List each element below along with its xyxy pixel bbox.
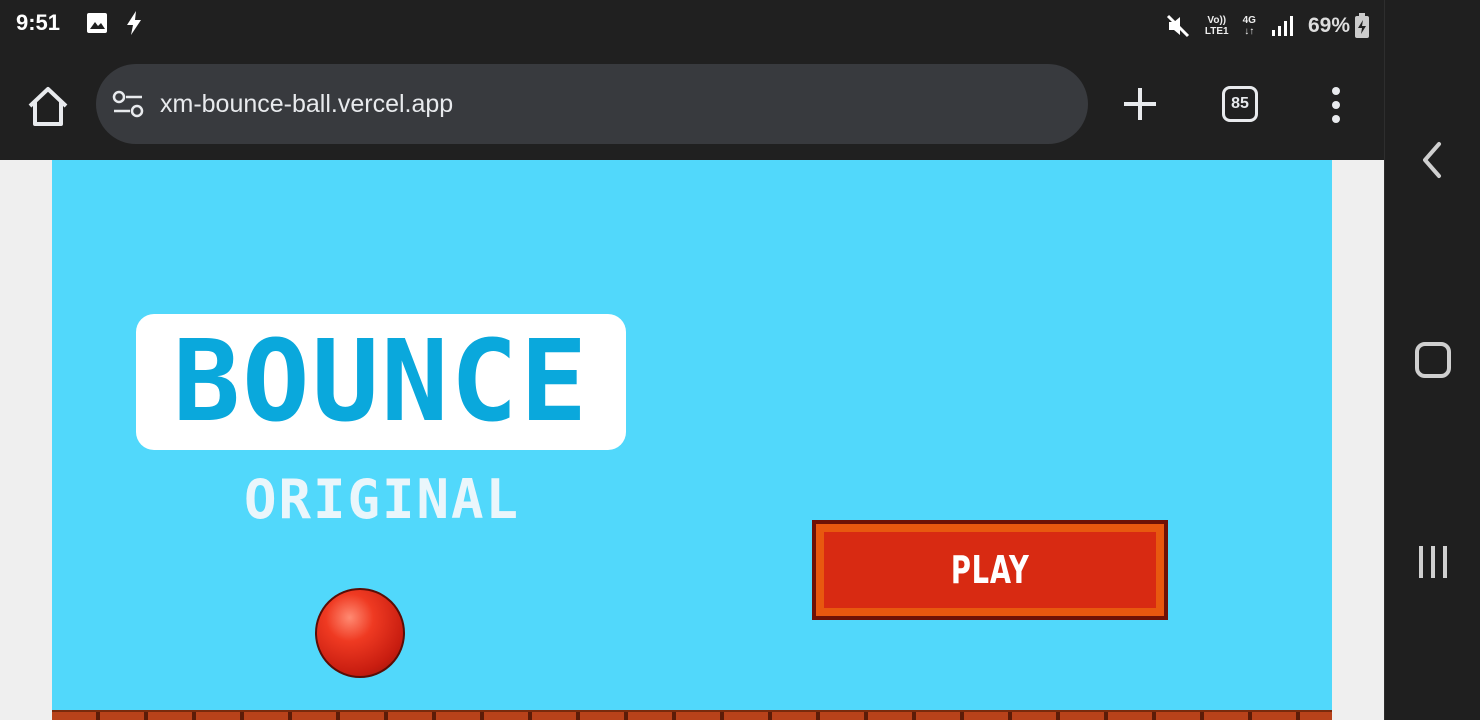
browser-toolbar: xm-bounce-ball.vercel.app 85	[0, 52, 1384, 160]
battery-percent: 69%	[1307, 14, 1350, 37]
game-logo: BOUNCE	[136, 314, 626, 450]
home-icon[interactable]	[24, 84, 72, 128]
game-canvas[interactable]: BOUNCE ORIGINAL PLAY	[52, 160, 1332, 720]
brick-floor	[52, 710, 1332, 720]
battery-icon	[1355, 13, 1369, 38]
game-title: BOUNCE	[172, 317, 590, 447]
status-time: 9:51	[16, 10, 61, 35]
new-tab-icon[interactable]	[1120, 84, 1160, 124]
flash-icon	[127, 11, 141, 35]
site-settings-icon[interactable]	[112, 90, 144, 118]
status-bar: 9:51 Vo)) LTE1 4G ↓↑ 69%	[0, 0, 1384, 52]
image-notification-icon	[87, 13, 107, 33]
game-subtitle: ORIGINAL	[243, 468, 521, 531]
back-icon[interactable]	[1417, 140, 1449, 180]
4g-icon: 4G ↓↑	[1242, 15, 1256, 37]
tab-switcher-button[interactable]: 85	[1222, 86, 1258, 122]
nav-home-icon[interactable]	[1415, 342, 1451, 378]
web-page: BOUNCE ORIGINAL PLAY	[0, 160, 1384, 720]
system-nav-bar	[1384, 0, 1480, 720]
mute-icon	[1166, 14, 1189, 38]
volte-icon: Vo)) LTE1	[1204, 15, 1229, 37]
more-menu-icon[interactable]	[1326, 86, 1346, 124]
status-right-icons: Vo)) LTE1 4G ↓↑ 69%	[1165, 8, 1370, 44]
play-button-label: PLAY	[950, 548, 1030, 592]
play-button[interactable]: PLAY	[812, 520, 1168, 620]
signal-icon	[1271, 16, 1293, 36]
url-text[interactable]: xm-bounce-ball.vercel.app	[160, 90, 453, 119]
recents-icon[interactable]	[1415, 544, 1451, 580]
address-bar[interactable]: xm-bounce-ball.vercel.app	[96, 64, 1088, 144]
red-ball	[315, 588, 405, 678]
